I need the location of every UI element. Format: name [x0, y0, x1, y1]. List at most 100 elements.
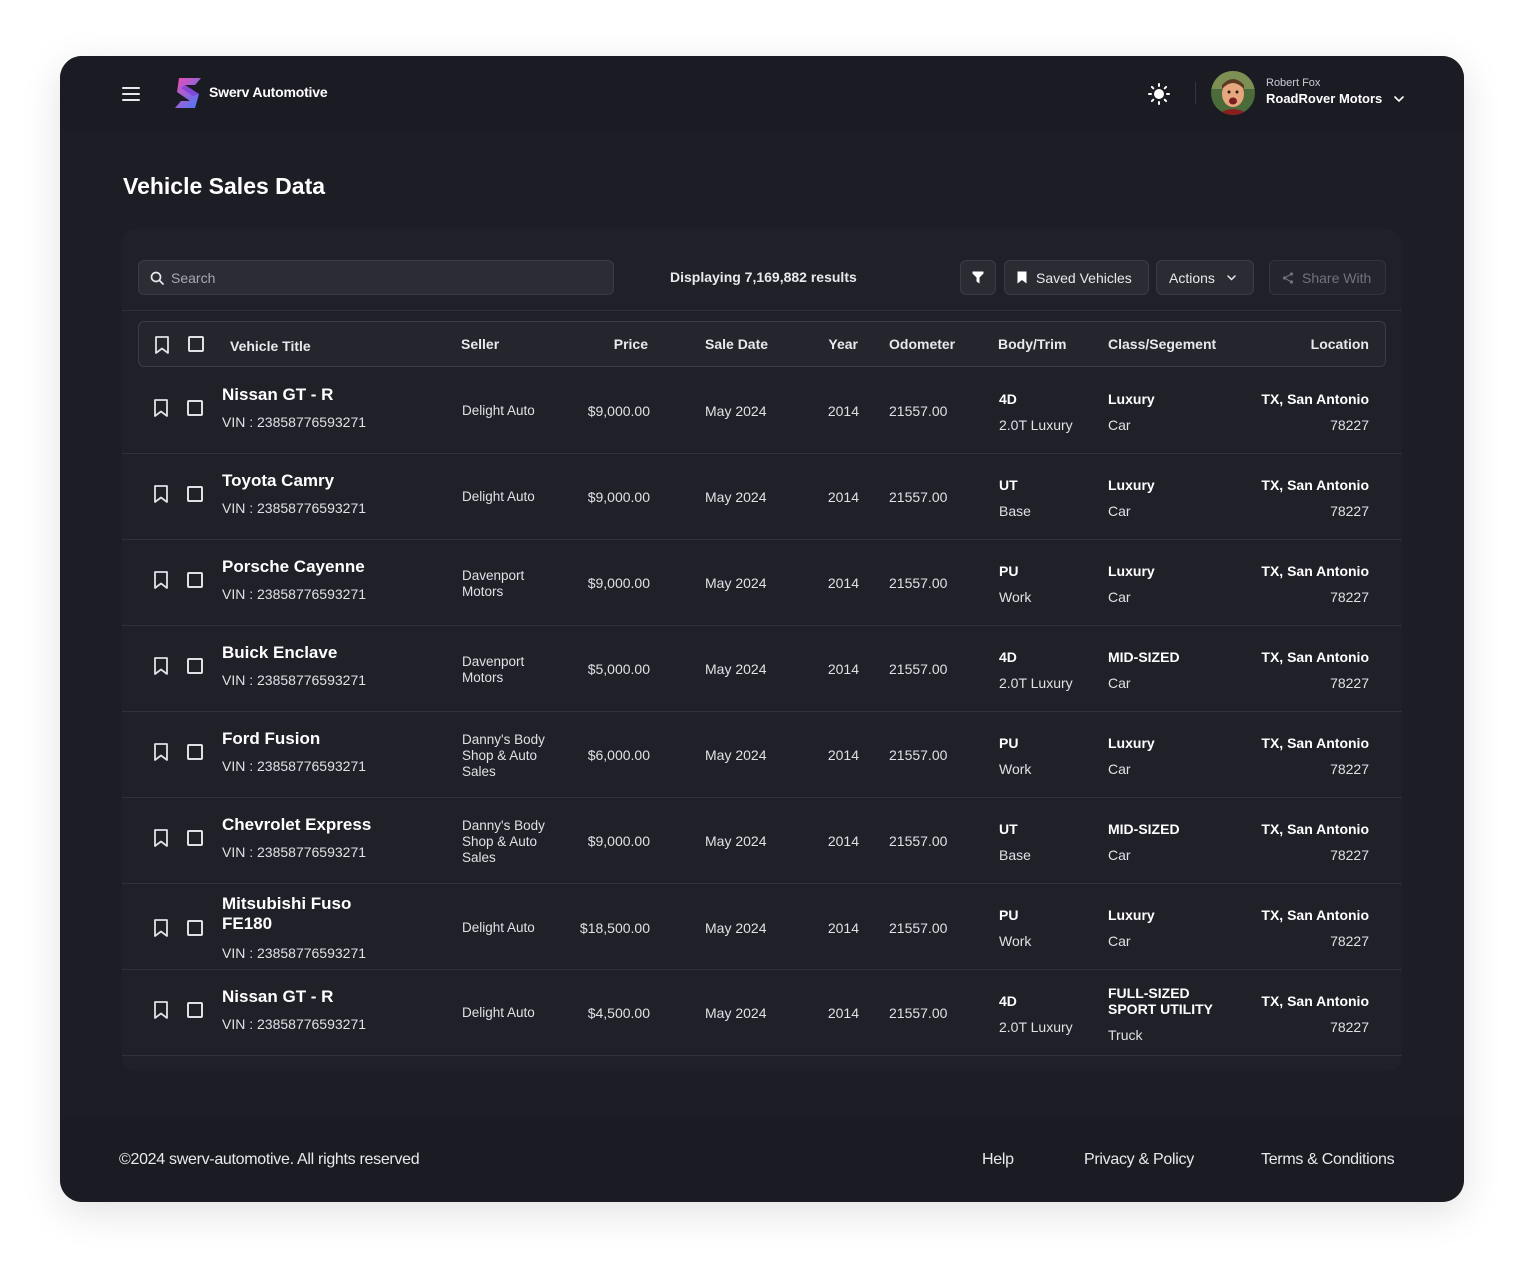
- body: 4D: [999, 993, 1017, 1009]
- row-checkbox[interactable]: [187, 744, 203, 760]
- table-row[interactable]: Chevrolet Express VIN : 23858776593271 D…: [122, 798, 1402, 884]
- footer-link-terms[interactable]: Terms & Conditions: [1261, 1151, 1395, 1169]
- bookmark-icon[interactable]: [154, 571, 168, 589]
- bookmark-all-icon[interactable]: [155, 336, 169, 354]
- share-with-label: Share With: [1302, 269, 1372, 286]
- zip-code: 78227: [1330, 675, 1369, 691]
- trim: Base: [999, 847, 1031, 863]
- column-price[interactable]: Price: [614, 336, 648, 352]
- seller: Delight Auto: [462, 403, 535, 418]
- zip-code: 78227: [1330, 761, 1369, 777]
- column-odometer[interactable]: Odometer: [889, 336, 955, 352]
- column-class-segment[interactable]: Class/Segement: [1108, 336, 1216, 352]
- organization-switcher[interactable]: RoadRover Motors: [1266, 91, 1382, 106]
- avatar[interactable]: [1211, 71, 1255, 115]
- zip-code: 78227: [1330, 933, 1369, 949]
- footer-link-help[interactable]: Help: [982, 1151, 1014, 1169]
- results-count: Displaying 7,169,882 results: [670, 269, 857, 285]
- app-window: Swerv Automotive Robert Fox RoadRover Mo…: [60, 56, 1464, 1202]
- filter-button[interactable]: [960, 260, 996, 295]
- class: MID-SIZED: [1108, 649, 1180, 665]
- table-row[interactable]: Mitsubishi Fuso FE180 VIN : 238587765932…: [122, 884, 1402, 970]
- actions-dropdown[interactable]: Actions: [1156, 260, 1254, 295]
- header-divider: [1195, 82, 1196, 104]
- row-checkbox[interactable]: [187, 1002, 203, 1018]
- table-row[interactable]: Buick Enclave VIN : 23858776593271 Daven…: [122, 626, 1402, 712]
- price: $9,000.00: [587, 833, 650, 849]
- body: PU: [999, 563, 1019, 579]
- share-with-button[interactable]: Share With: [1269, 260, 1386, 295]
- chevron-down-icon[interactable]: [1394, 95, 1404, 103]
- bookmark-icon[interactable]: [154, 919, 168, 937]
- vehicle-title[interactable]: Buick Enclave: [222, 643, 442, 663]
- odometer: 21557.00: [889, 661, 948, 677]
- vehicle-vin: VIN : 23858776593271: [222, 586, 367, 602]
- class: MID-SIZED: [1108, 821, 1180, 837]
- search-input[interactable]: [171, 261, 601, 294]
- bookmark-icon[interactable]: [154, 657, 168, 675]
- body: 4D: [999, 391, 1017, 407]
- search-box: [138, 260, 614, 295]
- vehicle-vin: VIN : 23858776593271: [222, 672, 367, 688]
- table-row[interactable]: Nissan GT - R VIN : 23858776593271 Delig…: [122, 970, 1402, 1056]
- bookmark-icon[interactable]: [154, 399, 168, 417]
- bookmark-icon[interactable]: [154, 485, 168, 503]
- select-all-checkbox[interactable]: [188, 336, 204, 352]
- vehicle-title[interactable]: Nissan GT - R: [222, 987, 442, 1007]
- column-vehicle-title[interactable]: Vehicle Title: [230, 338, 311, 354]
- zip-code: 78227: [1330, 589, 1369, 605]
- vehicle-title[interactable]: Toyota Camry: [222, 471, 442, 491]
- sun-icon[interactable]: [1148, 83, 1170, 105]
- body: PU: [999, 907, 1019, 923]
- row-checkbox[interactable]: [187, 572, 203, 588]
- menu-icon[interactable]: [122, 87, 140, 101]
- vehicle-title[interactable]: Porsche Cayenne: [222, 557, 442, 577]
- vehicle-title[interactable]: Ford Fusion: [222, 729, 442, 749]
- price: $18,500.00: [579, 920, 650, 936]
- bookmark-icon[interactable]: [154, 1001, 168, 1019]
- bookmark-icon[interactable]: [154, 829, 168, 847]
- price: $9,000.00: [587, 575, 650, 591]
- price: $4,500.00: [587, 1005, 650, 1021]
- column-seller[interactable]: Seller: [461, 336, 499, 352]
- price: $9,000.00: [587, 489, 650, 505]
- column-body-trim[interactable]: Body/Trim: [998, 336, 1066, 352]
- segment: Car: [1108, 761, 1131, 777]
- row-checkbox[interactable]: [187, 486, 203, 502]
- column-sale-date[interactable]: Sale Date: [705, 336, 768, 352]
- odometer: 21557.00: [889, 833, 948, 849]
- row-checkbox[interactable]: [187, 920, 203, 936]
- odometer: 21557.00: [889, 403, 948, 419]
- odometer: 21557.00: [889, 575, 948, 591]
- table-row[interactable]: Porsche Cayenne VIN : 23858776593271 Dav…: [122, 540, 1402, 626]
- trim: 2.0T Luxury: [999, 1019, 1073, 1035]
- sale-date: May 2024: [705, 920, 767, 936]
- seller: Danny's Body Shop & Auto Sales: [462, 818, 545, 865]
- table-row[interactable]: Nissan GT - R VIN : 23858776593271 Delig…: [122, 368, 1402, 454]
- row-checkbox[interactable]: [187, 400, 203, 416]
- bookmark-icon[interactable]: [154, 743, 168, 761]
- copyright-text: ©2024 swerv-automotive. All rights reser…: [119, 1151, 420, 1168]
- column-year[interactable]: Year: [828, 336, 858, 352]
- table-row[interactable]: Toyota Camry VIN : 23858776593271 Deligh…: [122, 454, 1402, 540]
- zip-code: 78227: [1330, 417, 1369, 433]
- saved-vehicles-button[interactable]: Saved Vehicles: [1004, 260, 1149, 295]
- share-icon: [1282, 271, 1294, 284]
- vehicle-title[interactable]: Nissan GT - R: [222, 385, 442, 405]
- row-checkbox[interactable]: [187, 830, 203, 846]
- class: Luxury: [1108, 735, 1155, 751]
- segment: Car: [1108, 847, 1131, 863]
- sale-date: May 2024: [705, 575, 767, 591]
- footer-link-privacy[interactable]: Privacy & Policy: [1084, 1151, 1194, 1169]
- location: TX, San Antonio: [1261, 649, 1369, 665]
- zip-code: 78227: [1330, 847, 1369, 863]
- price: $5,000.00: [587, 661, 650, 677]
- column-location[interactable]: Location: [1311, 336, 1369, 352]
- table-row[interactable]: Ford Fusion VIN : 23858776593271 Danny's…: [122, 712, 1402, 798]
- odometer: 21557.00: [889, 920, 948, 936]
- row-checkbox[interactable]: [187, 658, 203, 674]
- vehicle-title[interactable]: Mitsubishi Fuso FE180: [222, 894, 392, 934]
- vehicle-table-card: Displaying 7,169,882 results Saved Vehic…: [122, 229, 1402, 1071]
- toolbar-divider: [122, 310, 1402, 311]
- vehicle-title[interactable]: Chevrolet Express: [222, 815, 442, 835]
